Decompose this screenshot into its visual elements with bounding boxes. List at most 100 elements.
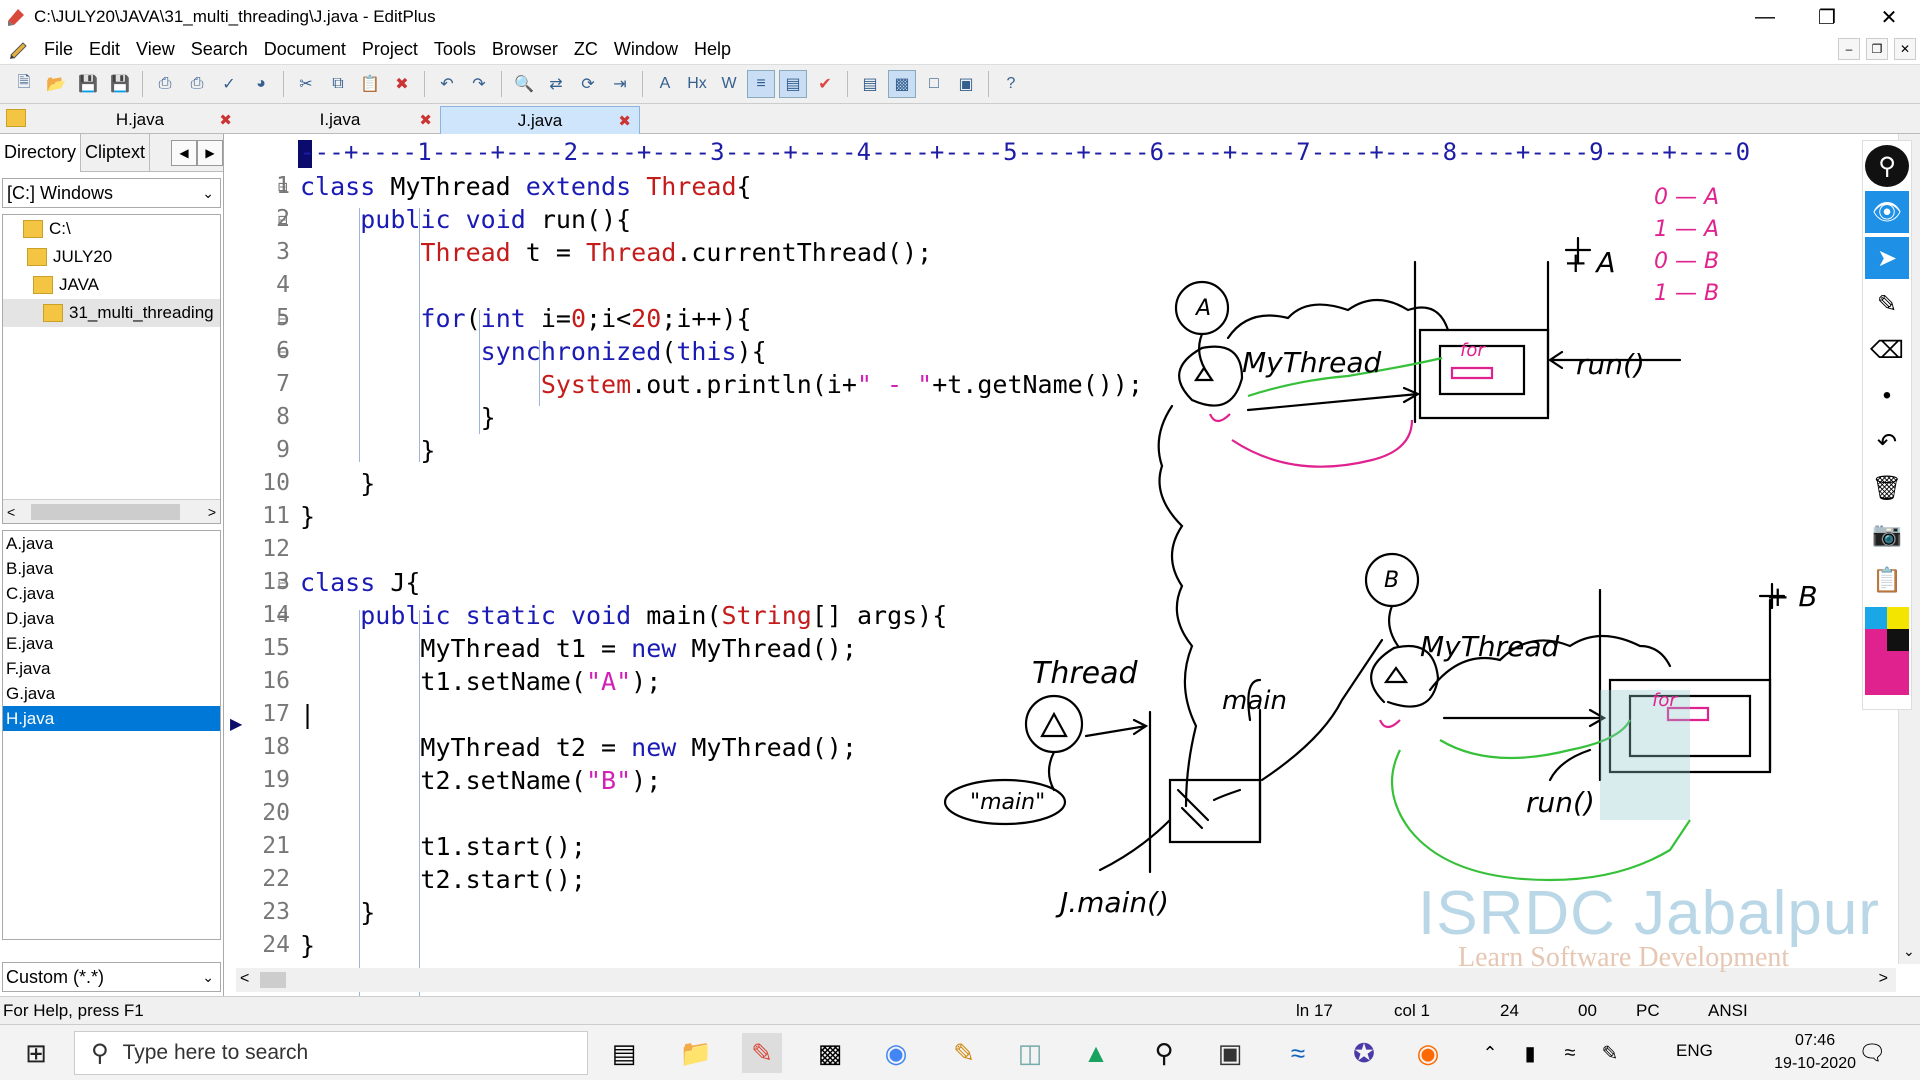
close-button[interactable]: ✕: [1858, 0, 1920, 34]
notifications-icon[interactable]: 🗨: [1852, 1033, 1892, 1073]
menu-document[interactable]: Document: [256, 39, 354, 60]
fold-markers[interactable]: ⊟ ⊟ ⊟ ⊟ ⊟ ⊟: [278, 170, 294, 632]
tab-directory[interactable]: Directory: [0, 133, 82, 172]
source-code[interactable]: class MyThread extends Thread{ public vo…: [300, 170, 1143, 962]
scroll-thumb[interactable]: [260, 972, 286, 988]
tab-i-java[interactable]: I.java ✖: [240, 106, 440, 134]
file-item[interactable]: E.java: [3, 631, 220, 656]
hex-icon[interactable]: Hx: [683, 70, 711, 98]
help-icon[interactable]: ?: [997, 70, 1025, 98]
ruler-icon[interactable]: ▤: [779, 70, 807, 98]
scroll-right-icon[interactable]: >: [208, 504, 216, 520]
browser-view-icon[interactable]: ◕: [247, 70, 275, 98]
tree-item[interactable]: JAVA: [3, 271, 220, 299]
file-item[interactable]: C.java: [3, 581, 220, 606]
file-item[interactable]: G.java: [3, 681, 220, 706]
pen-app-logo-icon[interactable]: ⚲: [1865, 145, 1909, 187]
scroll-left-icon[interactable]: <: [240, 970, 249, 988]
pen-input-icon[interactable]: ✎: [1590, 1033, 1630, 1073]
pointer-icon[interactable]: ➤: [1865, 237, 1909, 279]
highlighter-icon[interactable]: ✎: [1865, 283, 1909, 325]
tab-cliptext[interactable]: Cliptext: [81, 133, 151, 172]
tab-h-java[interactable]: H.java ✖: [40, 106, 240, 134]
cut-icon[interactable]: ✂: [292, 70, 320, 98]
file-item[interactable]: B.java: [3, 556, 220, 581]
print-preview-icon[interactable]: ⎙: [151, 70, 179, 98]
scroll-thumb[interactable]: [31, 504, 180, 520]
new-file-icon[interactable]: 🗎: [10, 70, 38, 98]
horizontal-scrollbar[interactable]: < >: [3, 499, 220, 523]
menu-file[interactable]: File: [36, 39, 81, 60]
close-tab-icon[interactable]: ✖: [419, 111, 432, 129]
task-view-icon[interactable]: ▤: [604, 1033, 644, 1073]
battery-icon[interactable]: ▮: [1510, 1033, 1550, 1073]
print-icon[interactable]: ⎙: [183, 70, 211, 98]
menu-browser[interactable]: Browser: [484, 39, 566, 60]
spellcheck-icon[interactable]: ✓: [215, 70, 243, 98]
close-tab-icon[interactable]: ✖: [618, 112, 631, 130]
check-icon[interactable]: ✔: [811, 70, 839, 98]
find-in-files-icon[interactable]: ⟳: [574, 70, 602, 98]
font-icon[interactable]: A: [651, 70, 679, 98]
word-wrap-icon[interactable]: W: [715, 70, 743, 98]
minimize-button[interactable]: —: [1734, 0, 1796, 34]
trash-icon[interactable]: 🗑: [1865, 467, 1909, 509]
notes-app-icon[interactable]: ◫: [1010, 1033, 1050, 1073]
menu-edit[interactable]: Edit: [81, 39, 128, 60]
mysql-icon[interactable]: ▣: [1210, 1033, 1250, 1073]
scroll-right-icon[interactable]: >: [1879, 970, 1888, 988]
chrome-icon[interactable]: ◉: [876, 1033, 916, 1073]
menu-help[interactable]: Help: [686, 39, 739, 60]
windows-start-icon[interactable]: ⊞: [16, 1033, 56, 1073]
directory-window-icon[interactable]: ▩: [888, 70, 916, 98]
copy-icon[interactable]: ⧉: [324, 70, 352, 98]
file-explorer-icon[interactable]: 📁: [676, 1033, 716, 1073]
open-folder-icon[interactable]: 📂: [42, 70, 70, 98]
file-item[interactable]: A.java: [3, 531, 220, 556]
media-app-icon[interactable]: ✪: [1344, 1033, 1384, 1073]
file-item-selected[interactable]: H.java: [3, 706, 220, 731]
mdi-close-button[interactable]: ✕: [1894, 38, 1916, 60]
language-indicator[interactable]: ENG: [1676, 1041, 1713, 1061]
maximize-button[interactable]: ❐: [1796, 0, 1858, 34]
tree-item[interactable]: C:\: [3, 215, 220, 243]
cliptext-window-icon[interactable]: □: [920, 70, 948, 98]
chevron-up-icon[interactable]: ⌃: [1470, 1033, 1510, 1073]
google-drive-icon[interactable]: ▲: [1076, 1033, 1116, 1073]
menu-view[interactable]: View: [128, 39, 183, 60]
close-tab-icon[interactable]: ✖: [219, 111, 232, 129]
scroll-right-icon[interactable]: ▶: [197, 139, 223, 166]
undo-icon[interactable]: ↶: [433, 70, 461, 98]
editplus-taskbar-icon[interactable]: ✎: [742, 1033, 782, 1073]
firefox-icon[interactable]: ◉: [1408, 1033, 1448, 1073]
scroll-left-icon[interactable]: ◀: [171, 139, 197, 166]
undo-icon[interactable]: ↶: [1865, 421, 1909, 463]
wifi-icon[interactable]: ≈: [1550, 1033, 1590, 1073]
tree-item[interactable]: JULY20: [3, 243, 220, 271]
eraser-icon[interactable]: ⌫: [1865, 329, 1909, 371]
line-number-icon[interactable]: ≡: [747, 70, 775, 98]
whiteboard-icon[interactable]: ≈: [1278, 1033, 1318, 1073]
tab-j-java[interactable]: J.java ✖: [440, 106, 640, 134]
taskbar-search-box[interactable]: ⚲ Type here to search: [74, 1031, 588, 1075]
mdi-minimize-button[interactable]: –: [1838, 38, 1860, 60]
menu-zc[interactable]: ZC: [566, 39, 606, 60]
code-editor[interactable]: 1 2 3 4 5 6 7 8 9 10 11 12 13 14 15 16 17 18 19 20 21 22 23 24 …: [230, 170, 1870, 1080]
menu-tools[interactable]: Tools: [426, 39, 484, 60]
menu-search[interactable]: Search: [183, 39, 256, 60]
save-all-icon[interactable]: 💾: [106, 70, 134, 98]
file-item[interactable]: F.java: [3, 656, 220, 681]
save-icon[interactable]: 💾: [74, 70, 102, 98]
mdi-restore-button[interactable]: ❐: [1866, 38, 1888, 60]
eye-icon[interactable]: 👁: [1865, 191, 1909, 233]
clock[interactable]: 07:46 19-10-2020: [1774, 1029, 1856, 1075]
scroll-down-icon[interactable]: ⌄: [1903, 943, 1915, 960]
command-prompt-icon[interactable]: ▩: [810, 1033, 850, 1073]
tree-item[interactable]: 31_multi_threading: [3, 299, 220, 327]
window-list-icon[interactable]: ▤: [856, 70, 884, 98]
file-item[interactable]: D.java: [3, 606, 220, 631]
find-icon[interactable]: 🔍: [510, 70, 538, 98]
file-filter-select[interactable]: Custom (*.*) ⌄: [2, 962, 221, 992]
dot-size-icon[interactable]: •: [1865, 375, 1909, 417]
camera-icon[interactable]: 📷: [1865, 513, 1909, 555]
